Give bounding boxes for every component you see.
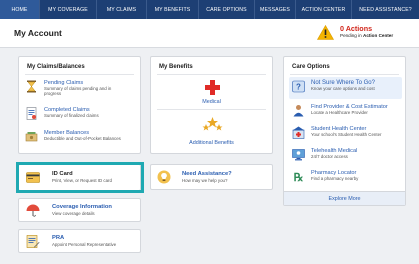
- coverage-information-sub: View coverage details: [52, 211, 95, 216]
- care-options-title: Care Options: [292, 64, 330, 70]
- nav-action-center[interactable]: ACTION CENTER: [296, 0, 352, 19]
- provider-icon: [293, 105, 304, 117]
- pending-claims-sub: Summary of claims pending and in progres…: [44, 86, 112, 97]
- pharmacy-locator-item[interactable]: ℞ Pharmacy Locator Find a pharmacy nearb…: [292, 170, 359, 183]
- pra-card[interactable]: PRA Appoint Personal Representative: [18, 229, 141, 253]
- student-health-sub: Your school's Student Health Center: [311, 132, 382, 138]
- nav-care-options[interactable]: CARE OPTIONS: [199, 0, 255, 19]
- explore-more-button[interactable]: Explore More: [284, 191, 405, 205]
- svg-text:℞: ℞: [294, 172, 304, 183]
- action-center-link[interactable]: Action Center: [363, 33, 393, 38]
- not-sure-sub: Know your care options and cost: [311, 86, 375, 92]
- additional-benefits-link[interactable]: Additional Benefits: [151, 140, 272, 146]
- pra-title[interactable]: PRA: [52, 235, 64, 241]
- claims-card-title: My Claims/Balances: [27, 64, 85, 70]
- pharmacy-icon: ℞: [294, 172, 304, 183]
- member-balances-sub: Deductible and Out-of-Pocket Balances: [44, 136, 121, 142]
- member-balances-item[interactable]: Member Balances Deductible and Out-of-Po…: [25, 130, 121, 143]
- medical-link[interactable]: Medical: [151, 99, 272, 105]
- care-options-card: Care Options ? Not Sure Where To Go? Kno…: [283, 56, 406, 206]
- need-assistance-card[interactable]: Need Assistance? How may we help you?: [150, 164, 273, 190]
- student-health-item[interactable]: Student Health Center Your school's Stud…: [292, 126, 381, 139]
- nav-messages[interactable]: MESSAGES: [255, 0, 296, 19]
- pra-sub: Appoint Personal Representative: [52, 242, 117, 247]
- nav-my-coverage[interactable]: MY COVERAGE: [40, 0, 97, 19]
- balance-icon: [25, 132, 38, 142]
- question-icon: ?: [292, 80, 305, 93]
- umbrella-icon: [26, 204, 40, 217]
- nav-need-assistance[interactable]: NEED ASSISTANCE?: [352, 0, 419, 19]
- find-provider-sub: Locate a Healthcare Provider: [311, 110, 368, 116]
- lightbulb-icon: [157, 170, 171, 184]
- warning-icon: [317, 25, 334, 40]
- coverage-information-title[interactable]: Coverage Information: [52, 204, 112, 210]
- need-assistance-title[interactable]: Need Assistance?: [182, 171, 232, 177]
- medical-cross-icon[interactable]: [205, 80, 220, 95]
- actions-count[interactable]: 0 Actions: [340, 24, 372, 33]
- nav-my-benefits[interactable]: MY BENEFITS: [147, 0, 199, 19]
- find-provider-item[interactable]: Find Provider & Cost Estimator Locate a …: [292, 104, 388, 117]
- pending-claims-item[interactable]: Pending Claims Summary of claims pending…: [25, 80, 122, 96]
- need-assistance-sub: How may we help you?: [182, 178, 228, 183]
- stars-icon[interactable]: [202, 117, 223, 134]
- id-card-highlight: [16, 162, 144, 193]
- completed-claims-item[interactable]: Completed Claims Summary of finalized cl…: [25, 107, 99, 120]
- page-title: My Account: [14, 28, 62, 38]
- svg-text:?: ?: [296, 83, 301, 92]
- telehealth-item[interactable]: Telehealth Medical 24/7 doctor access: [292, 148, 357, 161]
- claims-balances-card: My Claims/Balances Pending Claims Summar…: [18, 56, 141, 154]
- form-icon: [26, 235, 40, 248]
- coverage-information-card[interactable]: Coverage Information View coverage detai…: [18, 198, 141, 222]
- benefits-card-title: My Benefits: [159, 64, 193, 70]
- telehealth-sub: 24/7 doctor access: [311, 154, 348, 160]
- student-health-icon: [292, 126, 305, 139]
- nav-my-claims[interactable]: MY CLAIMS: [97, 0, 147, 19]
- completed-claims-sub: Summary of finalized claims: [44, 113, 99, 119]
- document-icon: [26, 107, 37, 120]
- not-sure-item[interactable]: ? Not Sure Where To Go? Know your care o…: [292, 80, 375, 93]
- hourglass-icon: [27, 80, 36, 93]
- pharmacy-locator-sub: Find a pharmacy nearby: [311, 176, 359, 182]
- telehealth-icon: [292, 149, 305, 161]
- top-nav: HOME MY COVERAGE MY CLAIMS MY BENEFITS C…: [0, 0, 419, 19]
- actions-pending-text: Pending in Action Center: [340, 33, 394, 38]
- nav-home[interactable]: HOME: [0, 0, 40, 19]
- my-benefits-card: My Benefits Medical Additional Benefits: [150, 56, 273, 154]
